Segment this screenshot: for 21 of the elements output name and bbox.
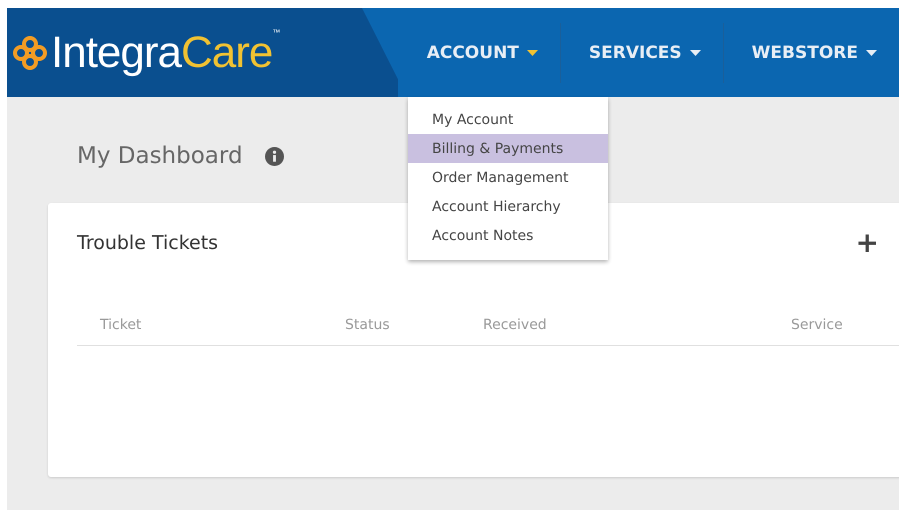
menu-item[interactable]: My Account: [408, 105, 608, 134]
nav-menu-item[interactable]: SERVICES: [588, 8, 723, 97]
nav-menu-item[interactable]: ACCOUNT: [426, 8, 560, 97]
caret-icon: [526, 50, 538, 56]
logo-text: IntegraCare™: [51, 28, 280, 78]
menu-item[interactable]: Account Notes: [408, 221, 608, 250]
menu-item[interactable]: Account Hierarchy: [408, 192, 608, 221]
column-header: Ticket: [100, 317, 142, 333]
column-header: Service: [791, 317, 844, 333]
add-button[interactable]: +: [856, 229, 879, 257]
page-title: My Dashboard: [77, 143, 243, 169]
column-header: Status: [345, 317, 391, 333]
flower-logo-icon: [13, 36, 47, 70]
menu-item[interactable]: Order Management: [408, 163, 608, 192]
column-header: Received: [483, 317, 548, 333]
caret-icon: [866, 50, 877, 56]
caret-icon: [690, 50, 701, 56]
card-title: Trouble Tickets: [77, 232, 218, 254]
nav-menu-item[interactable]: WEBSTORE: [752, 8, 899, 97]
info-icon[interactable]: [264, 146, 284, 166]
menu-item[interactable]: Billing & Payments: [408, 134, 608, 163]
